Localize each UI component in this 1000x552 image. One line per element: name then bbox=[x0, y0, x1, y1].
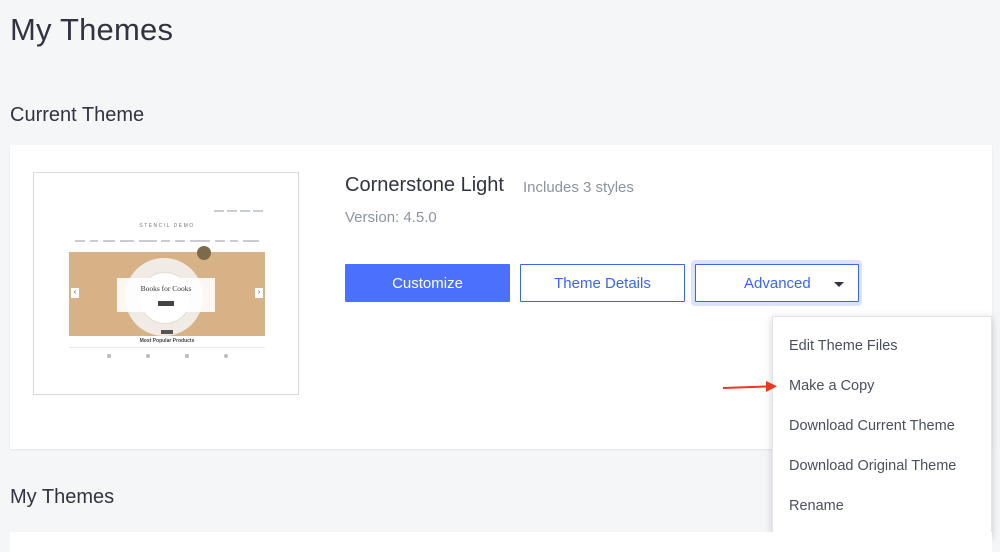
preview-shop-button bbox=[158, 301, 174, 306]
preview-hero-banner: Books for Cooks ‹ › bbox=[69, 246, 265, 336]
menu-item-rename[interactable]: Rename bbox=[789, 498, 844, 514]
chevron-left-icon: ‹ bbox=[71, 288, 79, 298]
preview-brand: STENCIL DEMO bbox=[139, 223, 195, 229]
theme-details-button[interactable]: Theme Details bbox=[520, 264, 685, 302]
theme-preview-thumbnail[interactable]: STENCIL DEMO Books for Cooks ‹ › Most Po… bbox=[33, 172, 299, 395]
theme-version: Version: 4.5.0 bbox=[345, 209, 437, 226]
preview-hero-text: Books for Cooks bbox=[140, 284, 192, 293]
preview-nav bbox=[75, 240, 259, 242]
annotation-arrow-icon bbox=[722, 381, 777, 392]
advanced-dropdown-button[interactable]: Advanced bbox=[695, 264, 859, 302]
theme-name: Cornerstone Light bbox=[345, 174, 504, 196]
menu-item-download-original-theme[interactable]: Download Original Theme bbox=[789, 458, 956, 474]
storefront-preview: STENCIL DEMO Books for Cooks ‹ › Most Po… bbox=[69, 208, 265, 362]
my-themes-heading: My Themes bbox=[10, 486, 115, 508]
preview-top-links bbox=[214, 210, 263, 212]
menu-item-download-current-theme[interactable]: Download Current Theme bbox=[789, 418, 955, 434]
menu-item-make-a-copy[interactable]: Make a Copy bbox=[789, 378, 874, 394]
preview-product-icons bbox=[89, 354, 245, 358]
customize-button[interactable]: Customize bbox=[345, 264, 510, 302]
cup-image bbox=[197, 246, 211, 260]
menu-item-edit-theme-files[interactable]: Edit Theme Files bbox=[789, 338, 898, 354]
advanced-button-label: Advanced bbox=[744, 274, 811, 292]
my-themes-card bbox=[10, 532, 992, 552]
chevron-right-icon: › bbox=[255, 288, 263, 298]
preview-popular-heading: Most Popular Products bbox=[139, 338, 195, 344]
advanced-dropdown-menu: Edit Theme Files Make a Copy Download Cu… bbox=[772, 316, 992, 536]
theme-styles-count: Includes 3 styles bbox=[523, 179, 634, 196]
caret-down-icon bbox=[834, 282, 844, 287]
current-theme-heading: Current Theme bbox=[10, 104, 145, 126]
page-title: My Themes bbox=[10, 12, 174, 47]
carousel-dots bbox=[161, 330, 173, 334]
preview-hero-overlay: Books for Cooks bbox=[117, 278, 215, 312]
